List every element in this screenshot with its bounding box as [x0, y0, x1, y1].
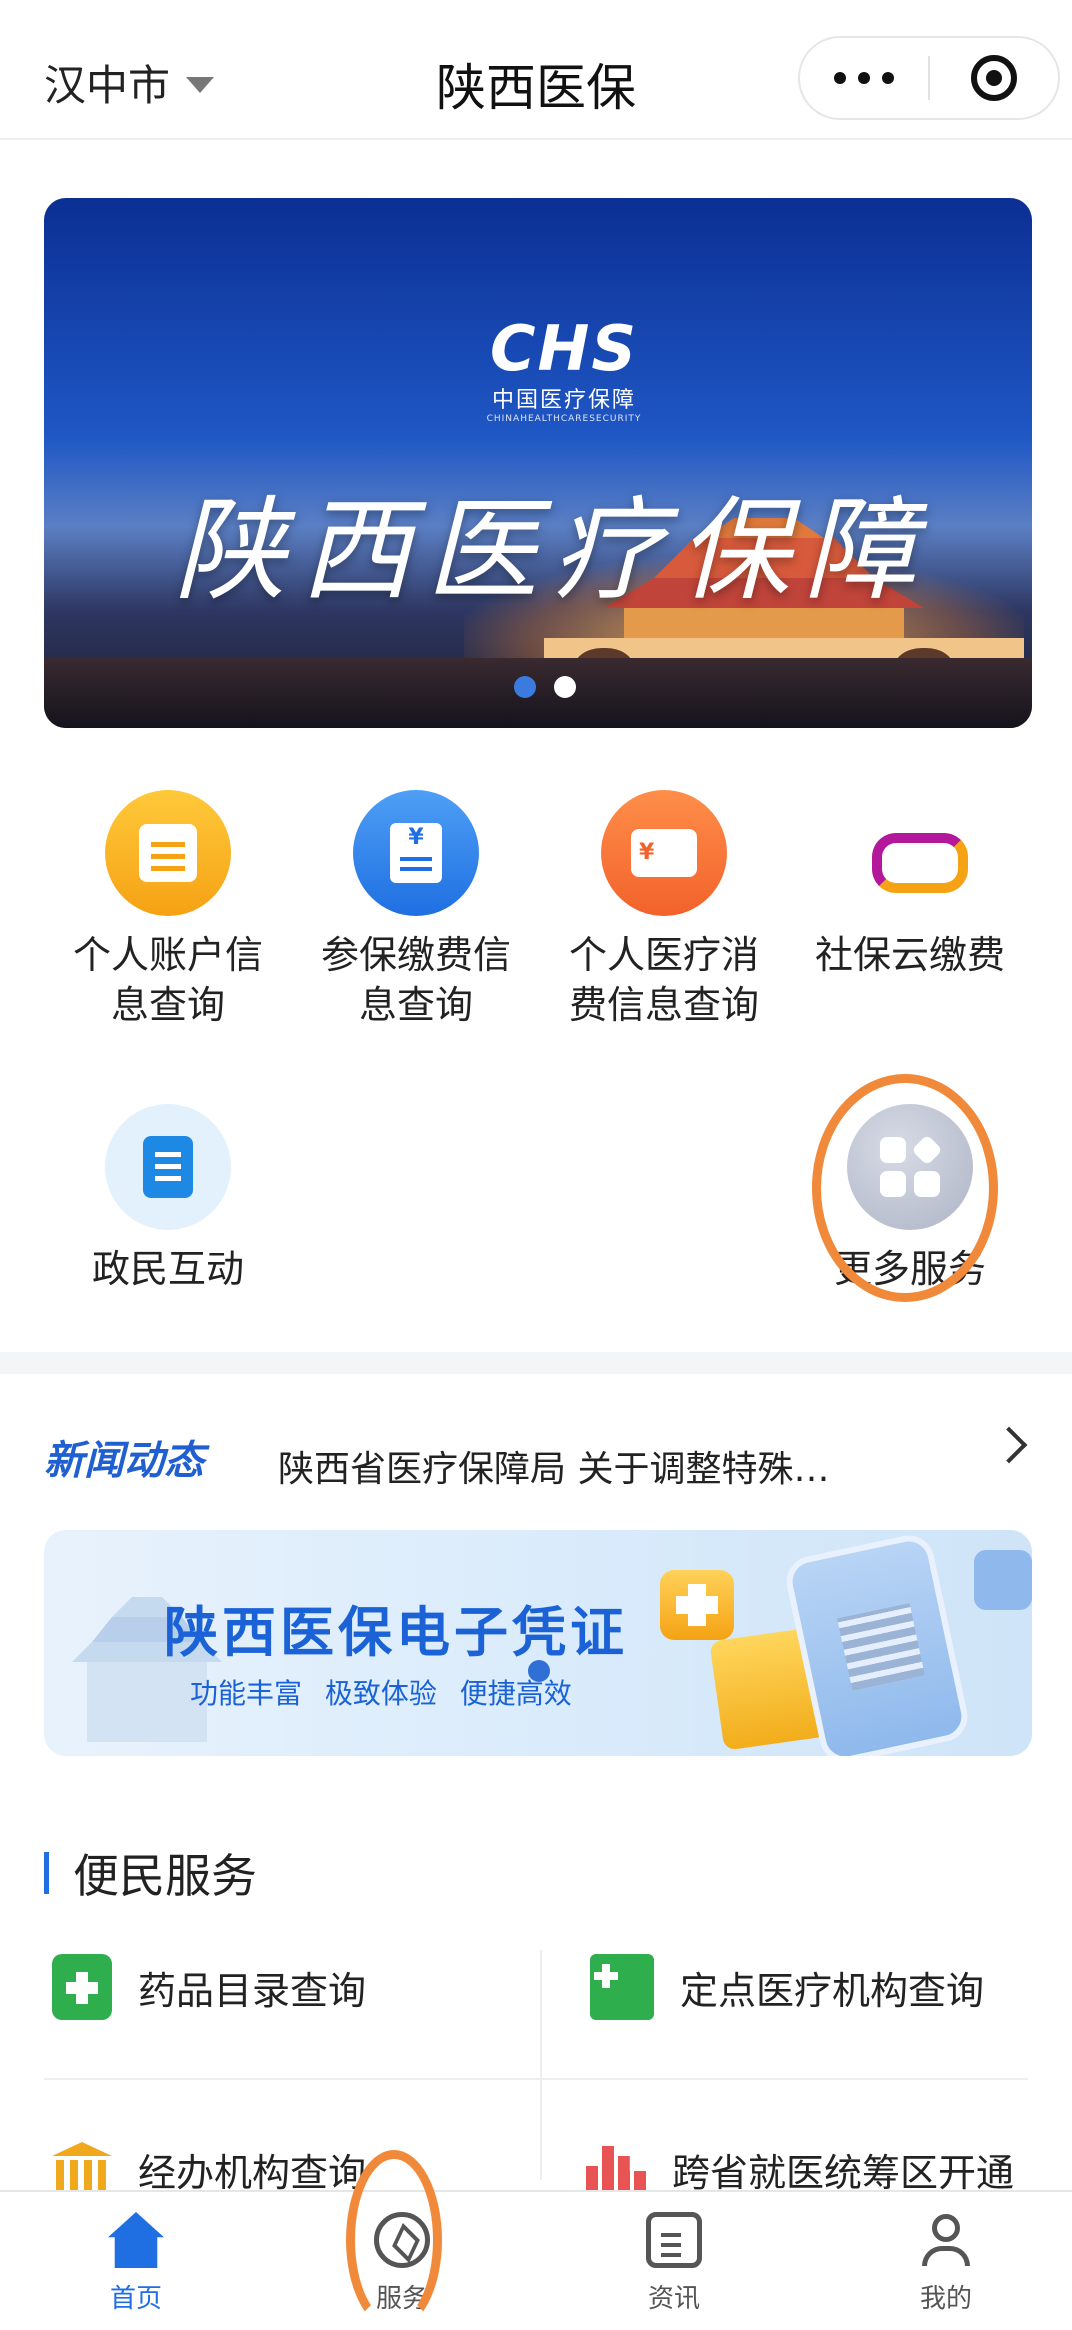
chs-logo-name: 中国医疗保障 — [491, 388, 636, 413]
drug-box-icon — [52, 1954, 112, 2020]
section-accent-bar — [44, 1852, 49, 1894]
news-doc-icon — [646, 2212, 702, 2268]
quick-item-more-services[interactable]: 更多服务 — [790, 1104, 1030, 1294]
quick-item-consumption-info[interactable]: ¥ 个人医疗消 费信息查询 — [544, 790, 784, 1030]
pagination-dot[interactable] — [554, 676, 576, 698]
mini-program-capsule — [798, 36, 1060, 120]
section-title: 便民服务 — [73, 1849, 257, 1903]
medical-plus-icon — [660, 1570, 734, 1640]
hero-banner[interactable]: CHS 中国医疗保障 CHINAHEALTHCARESECURITY 陕西医疗保… — [44, 198, 1032, 728]
section-header-convenience: 便民服务 — [44, 1840, 257, 1906]
tab-label: 首页 — [109, 2284, 162, 2314]
e-certificate-title: 陕西医保电子凭证 — [164, 1601, 628, 1664]
top-navigation-bar: 汉中市 陕西医保 — [0, 0, 1072, 140]
close-target-icon[interactable] — [930, 55, 1058, 101]
thumbs-up-icon — [974, 1550, 1032, 1610]
service-label: 经办机构查询 — [138, 2150, 367, 2195]
apps-grid-icon — [847, 1104, 973, 1230]
quick-item-label: 政民互动 — [91, 1247, 244, 1291]
home-icon — [108, 2212, 164, 2268]
service-divider-horizontal — [44, 2078, 1028, 2080]
tab-services[interactable]: 服务 — [332, 2212, 472, 2315]
banner-pagination — [514, 676, 576, 698]
tab-label: 服务 — [375, 2284, 428, 2314]
pagination-dot-active[interactable] — [514, 676, 536, 698]
service-drug-catalog[interactable]: 药品目录查询 — [52, 1954, 366, 2020]
qr-code-icon — [837, 1603, 925, 1691]
pagination-dot-active[interactable] — [528, 1660, 550, 1682]
news-ticker[interactable]: 新闻动态 陕西省医疗保障局 关于调整特殊… — [0, 1374, 1072, 1524]
section-divider — [0, 1352, 1072, 1374]
e-certificate-banner[interactable]: 陕西医保电子凭证 功能丰富 极致体验 便捷高效 — [44, 1530, 1032, 1756]
bottom-tab-bar: 首页 服务 资讯 我的 — [0, 2190, 1072, 2330]
chevron-right-icon[interactable] — [990, 1426, 1028, 1464]
banner-headline: 陕西医疗保障 — [174, 486, 930, 616]
quick-item-label: 社保云缴费 — [814, 933, 1005, 977]
cloud-pay-icon — [847, 790, 973, 916]
quick-item-account-info[interactable]: 个人账户信 息查询 — [48, 790, 288, 1030]
quick-item-interaction[interactable]: 政民互动 — [48, 1104, 288, 1294]
compass-icon — [374, 2212, 430, 2268]
service-divider-vertical — [540, 1950, 542, 2180]
payment-bill-icon — [353, 790, 479, 916]
service-hospital-lookup[interactable]: 定点医疗机构查询 — [590, 1954, 984, 2020]
quick-item-label: 个人医疗消 费信息查询 — [568, 933, 759, 1027]
quick-item-label: 个人账户信 息查询 — [72, 933, 263, 1027]
news-headline[interactable]: 陕西省医疗保障局 关于调整特殊… — [278, 1440, 829, 1492]
quick-item-label: 更多服务 — [833, 1247, 986, 1291]
chs-logo: CHS 中国医疗保障 CHINAHEALTHCARESECURITY — [454, 312, 674, 425]
service-label: 跨省就医统筹区开通 — [672, 2150, 1015, 2195]
quick-item-payment-info[interactable]: 参保缴费信息查询 — [296, 790, 536, 1030]
wallet-icon: ¥ — [601, 790, 727, 916]
quick-item-label: 参保缴费信 息查询 — [320, 933, 511, 1027]
service-label: 药品目录查询 — [138, 1968, 367, 2013]
tab-home[interactable]: 首页 — [66, 2212, 206, 2315]
interaction-icon — [105, 1104, 231, 1230]
tab-news[interactable]: 资讯 — [604, 2212, 744, 2315]
more-dots-icon[interactable] — [800, 72, 928, 84]
news-tag: 新闻动态 — [44, 1438, 204, 1484]
chs-logo-english: CHINAHEALTHCARESECURITY — [486, 414, 642, 424]
tab-label: 我的 — [919, 2284, 972, 2314]
user-icon — [918, 2212, 974, 2268]
tab-me[interactable]: 我的 — [876, 2212, 1016, 2315]
tab-label: 资讯 — [647, 2284, 700, 2314]
chs-logo-mark: CHS — [489, 312, 639, 385]
quick-item-cloud-pay[interactable]: 社保云缴费 — [790, 790, 1030, 980]
e-certificate-subtitle: 功能丰富 极致体验 便捷高效 — [190, 1677, 572, 1710]
account-doc-icon — [105, 790, 231, 916]
hospital-icon — [590, 1954, 654, 2020]
service-label: 定点医疗机构查询 — [680, 1968, 985, 2013]
